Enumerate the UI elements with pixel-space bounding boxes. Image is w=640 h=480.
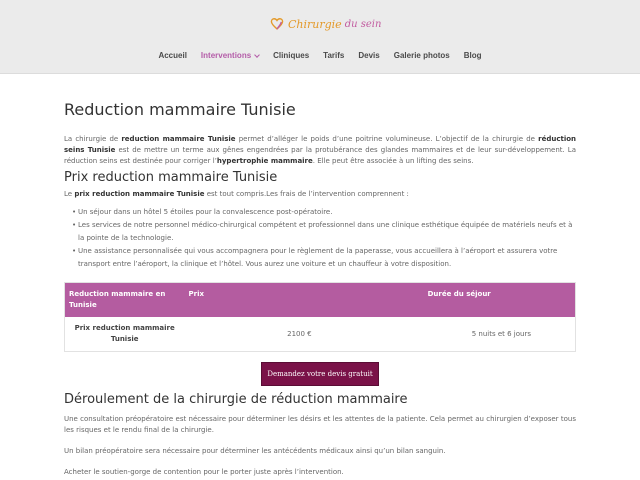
nav-label: Devis [358,51,380,60]
nav-item-galerie-photos[interactable]: Galerie photos [394,48,450,64]
nav-label: Tarifs [323,51,345,60]
main-content: Reduction mammaire Tunisie La chirurgie … [64,100,576,478]
logo-text-main: Chirurgie [288,17,342,31]
heart-logo-icon [270,18,284,30]
cta-container: Demandez votre devis gratuit [64,362,576,386]
prix-lead-paragraph: Le prix reduction mammaire Tunisie est t… [64,189,576,200]
deroulement-paragraph: Une consultation préopératoire est néces… [64,415,576,434]
chevron-down-icon [254,52,260,58]
nav-item-interventions[interactable]: Interventions [200,48,260,64]
list-item: Un séjour dans un hôtel 5 étoiles pour l… [72,206,576,219]
nav-label: Blog [463,51,482,60]
site-logo[interactable]: Chirurgie du sein [270,15,381,33]
logo-text-sub: du sein [344,18,382,30]
deroulement-heading: Déroulement de la chirurgie de réduction… [64,392,408,407]
nav-item-tarifs[interactable]: Tarifs [323,48,344,64]
nav-label: Cliniques [273,51,310,60]
nav-label: Interventions [200,51,252,60]
nav-label: Galerie photos [393,51,450,60]
deroulement-paragraph: Acheter le soutien-gorge de contention p… [64,468,344,476]
table-cell: Prix reduction mammaire Tunisie [74,324,175,343]
table-row: Prix reduction mammaire Tunisie 2100 € 5… [65,317,575,351]
table-header-cell: Reduction mammaire en Tunisie [69,290,166,309]
page-title: Reduction mammaire Tunisie [64,100,296,119]
list-item: Les services de notre personnel médico-c… [72,219,576,245]
request-quote-button[interactable]: Demandez votre devis gratuit [261,362,379,386]
table-header-row: Reduction mammaire en Tunisie Prix Durée… [65,283,575,317]
intro-text: . Elle peut être associée à un lifting d… [312,157,474,165]
included-services-list: Un séjour dans un hôtel 5 étoiles pour l… [64,206,576,271]
nav-label: Accueil [158,51,187,60]
table-cell: 5 nuits et 6 jours [471,329,531,338]
lead-text: Le [64,190,75,198]
price-table: Reduction mammaire en Tunisie Prix Durée… [64,282,576,352]
main-nav: Accueil Interventions Cliniques Tarifs D… [0,48,640,64]
table-header-cell: Durée du séjour [427,290,491,298]
intro-paragraph: La chirurgie de reduction mammaire Tunis… [64,134,576,167]
nav-item-blog[interactable]: Blog [464,48,482,64]
nav-item-accueil[interactable]: Accueil [158,48,186,64]
lead-text: est tout compris.Les frais de l’interven… [204,190,409,198]
list-item: Une assistance personnalisée qui vous ac… [72,245,576,271]
deroulement-paragraph: Un bilan préopératoire sera nécessaire p… [64,447,446,455]
prix-heading: Prix reduction mammaire Tunisie [64,170,278,185]
table-header-cell: Prix [188,290,205,298]
intro-text: La chirurgie de [64,135,122,143]
nav-item-devis[interactable]: Devis [358,48,379,64]
site-header: Chirurgie du sein Accueil Interventions … [0,0,640,74]
intro-text: permet d’alléger le poids d’une poitrine… [235,135,539,143]
intro-bold: reduction mammaire Tunisie [121,135,236,143]
lead-bold: prix reduction mammaire Tunisie [74,190,205,198]
table-cell: 2100 € [287,329,312,338]
intro-bold: hypertrophie mammaire [216,157,313,165]
nav-item-cliniques[interactable]: Cliniques [273,48,309,64]
